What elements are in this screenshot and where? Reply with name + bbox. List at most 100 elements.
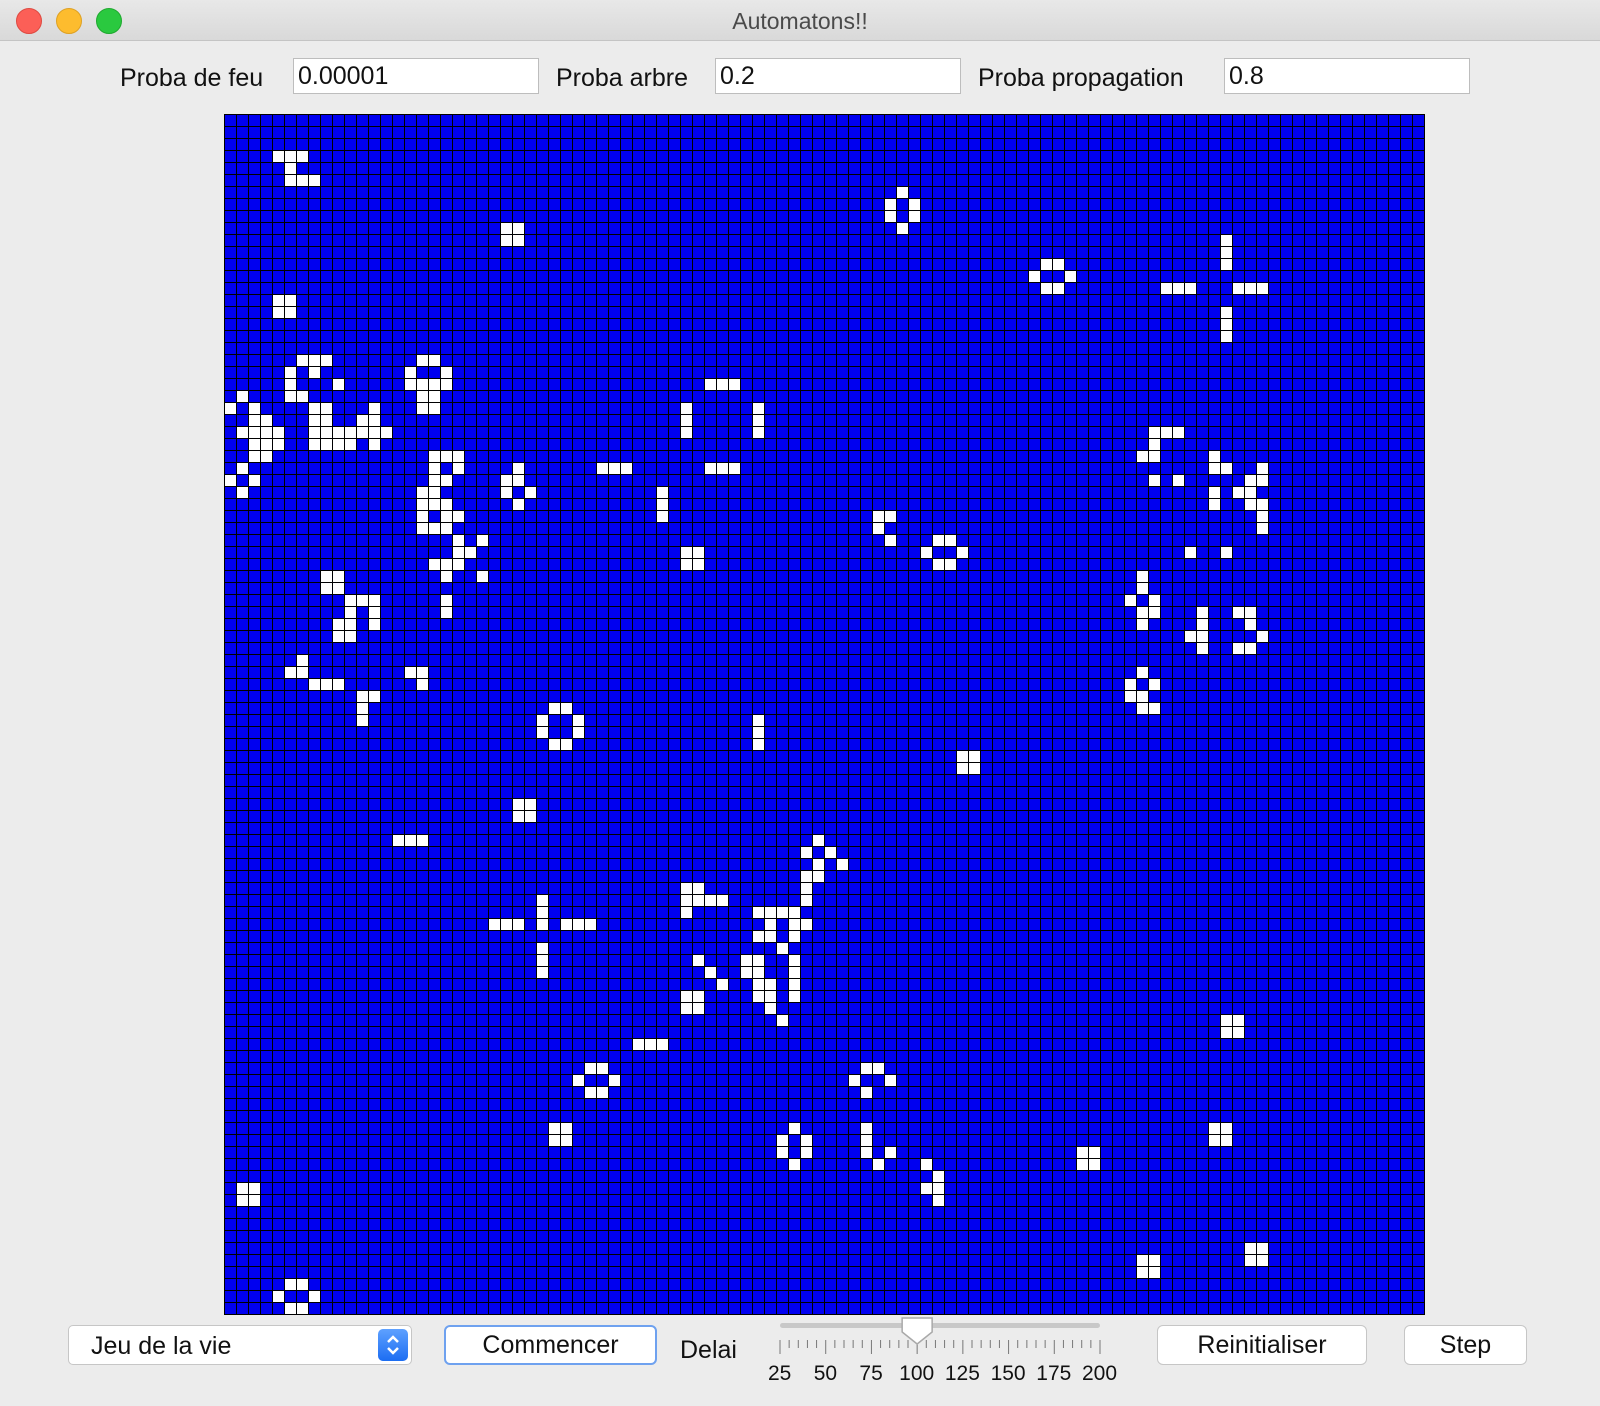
alive-cell[interactable] bbox=[284, 162, 296, 174]
alive-cell[interactable] bbox=[1232, 486, 1244, 498]
start-button[interactable]: Commencer bbox=[444, 1325, 657, 1365]
alive-cell[interactable] bbox=[1220, 330, 1232, 342]
alive-cell[interactable] bbox=[320, 414, 332, 426]
alive-cell[interactable] bbox=[368, 402, 380, 414]
alive-cell[interactable] bbox=[1256, 522, 1268, 534]
alive-cell[interactable] bbox=[452, 558, 464, 570]
alive-cell[interactable] bbox=[704, 378, 716, 390]
alive-cell[interactable] bbox=[524, 486, 536, 498]
alive-cell[interactable] bbox=[392, 834, 404, 846]
alive-cell[interactable] bbox=[1196, 642, 1208, 654]
alive-cell[interactable] bbox=[764, 978, 776, 990]
alive-cell[interactable] bbox=[800, 882, 812, 894]
alive-cell[interactable] bbox=[884, 198, 896, 210]
alive-cell[interactable] bbox=[1136, 618, 1148, 630]
alive-cell[interactable] bbox=[1220, 1014, 1232, 1026]
alive-cell[interactable] bbox=[236, 1182, 248, 1194]
alive-cell[interactable] bbox=[692, 1002, 704, 1014]
alive-cell[interactable] bbox=[752, 906, 764, 918]
alive-cell[interactable] bbox=[296, 666, 308, 678]
alive-cell[interactable] bbox=[848, 1074, 860, 1086]
alive-cell[interactable] bbox=[1256, 462, 1268, 474]
alive-cell[interactable] bbox=[512, 918, 524, 930]
alive-cell[interactable] bbox=[1136, 690, 1148, 702]
alive-cell[interactable] bbox=[968, 750, 980, 762]
alive-cell[interactable] bbox=[296, 390, 308, 402]
alive-cell[interactable] bbox=[344, 618, 356, 630]
alive-cell[interactable] bbox=[1148, 438, 1160, 450]
alive-cell[interactable] bbox=[284, 294, 296, 306]
alive-cell[interactable] bbox=[272, 306, 284, 318]
alive-cell[interactable] bbox=[308, 354, 320, 366]
alive-cell[interactable] bbox=[1244, 606, 1256, 618]
alive-cell[interactable] bbox=[308, 174, 320, 186]
alive-cell[interactable] bbox=[776, 1134, 788, 1146]
alive-cell[interactable] bbox=[932, 1194, 944, 1206]
alive-cell[interactable] bbox=[860, 1086, 872, 1098]
alive-cell[interactable] bbox=[428, 402, 440, 414]
alive-cell[interactable] bbox=[548, 738, 560, 750]
alive-cell[interactable] bbox=[932, 1170, 944, 1182]
alive-cell[interactable] bbox=[1052, 258, 1064, 270]
alive-cell[interactable] bbox=[512, 234, 524, 246]
alive-cell[interactable] bbox=[800, 846, 812, 858]
spread-probability-input[interactable] bbox=[1224, 58, 1470, 94]
alive-cell[interactable] bbox=[1220, 306, 1232, 318]
alive-cell[interactable] bbox=[512, 498, 524, 510]
alive-cell[interactable] bbox=[296, 174, 308, 186]
alive-cell[interactable] bbox=[656, 1038, 668, 1050]
alive-cell[interactable] bbox=[260, 414, 272, 426]
alive-cell[interactable] bbox=[308, 402, 320, 414]
alive-cell[interactable] bbox=[548, 1122, 560, 1134]
alive-cell[interactable] bbox=[236, 390, 248, 402]
alive-cell[interactable] bbox=[284, 174, 296, 186]
alive-cell[interactable] bbox=[440, 594, 452, 606]
alive-cell[interactable] bbox=[536, 966, 548, 978]
alive-cell[interactable] bbox=[560, 738, 572, 750]
alive-cell[interactable] bbox=[800, 918, 812, 930]
alive-cell[interactable] bbox=[440, 474, 452, 486]
alive-cell[interactable] bbox=[452, 534, 464, 546]
alive-cell[interactable] bbox=[752, 414, 764, 426]
alive-cell[interactable] bbox=[1052, 282, 1064, 294]
alive-cell[interactable] bbox=[1208, 1122, 1220, 1134]
alive-cell[interactable] bbox=[1136, 582, 1148, 594]
alive-cell[interactable] bbox=[248, 1194, 260, 1206]
alive-cell[interactable] bbox=[1196, 618, 1208, 630]
alive-cell[interactable] bbox=[284, 390, 296, 402]
alive-cell[interactable] bbox=[740, 954, 752, 966]
alive-cell[interactable] bbox=[428, 558, 440, 570]
alive-cell[interactable] bbox=[284, 1302, 296, 1314]
alive-cell[interactable] bbox=[800, 1146, 812, 1158]
alive-cell[interactable] bbox=[236, 426, 248, 438]
alive-cell[interactable] bbox=[1244, 1254, 1256, 1266]
alive-cell[interactable] bbox=[1136, 450, 1148, 462]
alive-cell[interactable] bbox=[752, 738, 764, 750]
alive-cell[interactable] bbox=[416, 678, 428, 690]
alive-cell[interactable] bbox=[1244, 618, 1256, 630]
alive-cell[interactable] bbox=[1220, 1026, 1232, 1038]
alive-cell[interactable] bbox=[1148, 1254, 1160, 1266]
alive-cell[interactable] bbox=[428, 486, 440, 498]
alive-cell[interactable] bbox=[764, 990, 776, 1002]
alive-cell[interactable] bbox=[308, 678, 320, 690]
alive-cell[interactable] bbox=[428, 462, 440, 474]
alive-cell[interactable] bbox=[260, 426, 272, 438]
alive-cell[interactable] bbox=[1208, 498, 1220, 510]
alive-cell[interactable] bbox=[308, 1290, 320, 1302]
alive-cell[interactable] bbox=[548, 1134, 560, 1146]
alive-cell[interactable] bbox=[596, 1086, 608, 1098]
alive-cell[interactable] bbox=[584, 1086, 596, 1098]
alive-cell[interactable] bbox=[1088, 1158, 1100, 1170]
alive-cell[interactable] bbox=[404, 366, 416, 378]
alive-cell[interactable] bbox=[440, 606, 452, 618]
alive-cell[interactable] bbox=[368, 606, 380, 618]
alive-cell[interactable] bbox=[872, 1062, 884, 1074]
step-button[interactable]: Step bbox=[1404, 1325, 1527, 1365]
alive-cell[interactable] bbox=[464, 546, 476, 558]
alive-cell[interactable] bbox=[260, 450, 272, 462]
alive-cell[interactable] bbox=[1148, 594, 1160, 606]
alive-cell[interactable] bbox=[956, 762, 968, 774]
alive-cell[interactable] bbox=[692, 558, 704, 570]
alive-cell[interactable] bbox=[776, 942, 788, 954]
